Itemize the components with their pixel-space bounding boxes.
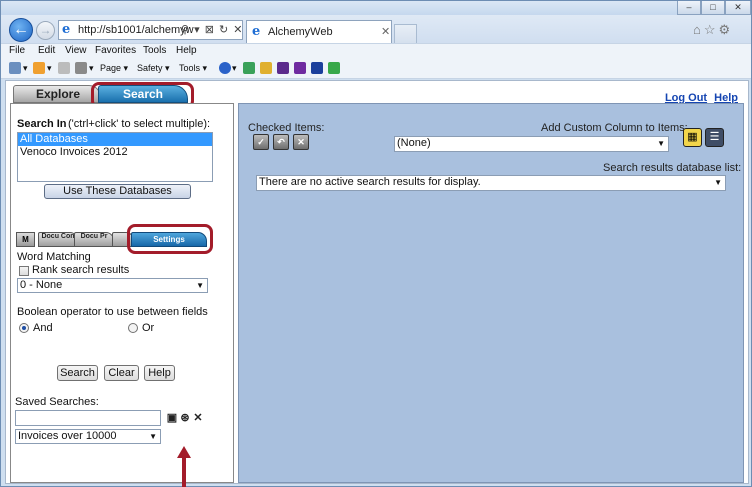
help-button[interactable]: Help — [144, 365, 175, 381]
tools-menu[interactable]: Tools ▾ — [179, 63, 207, 74]
chevron-down-icon: ▼ — [196, 281, 204, 290]
tab-title: AlchemyWeb — [268, 26, 333, 38]
check-all-icon[interactable]: ✓ — [253, 134, 269, 150]
ie-icon: e — [62, 22, 71, 37]
feeds-dropdown[interactable]: ▾ — [47, 63, 52, 74]
messenger-icon[interactable] — [328, 62, 340, 74]
or-label: Or — [142, 322, 155, 334]
chevron-down-icon: ▼ — [149, 432, 157, 441]
navigation-bar: ← → e http://sb1001/alchemyw ⚲ ▾ ⊠ ↻ ✕ e… — [1, 15, 751, 43]
chevron-down-icon: ▼ — [714, 178, 722, 187]
search-in-hint: ('ctrl+click' to select multiple): — [68, 118, 211, 130]
clear-icon[interactable]: ✕ — [293, 134, 309, 150]
saved-searches-label: Saved Searches: — [15, 396, 99, 408]
word-matching-value: 0 - None — [20, 279, 63, 291]
menu-edit[interactable]: Edit — [38, 45, 55, 56]
tab-close-icon[interactable]: ✕ — [381, 25, 390, 38]
tab-document-content[interactable]: Docu Con — [38, 232, 78, 247]
mail-icon[interactable] — [58, 62, 70, 74]
rank-checkbox[interactable] — [19, 266, 29, 276]
left-pane: Search In ('ctrl+click' to select multip… — [10, 103, 234, 487]
back-button[interactable]: ← — [9, 18, 33, 42]
or-radio[interactable] — [128, 323, 138, 333]
custom-column-select[interactable]: (None) ▼ — [394, 136, 669, 152]
save-icon[interactable]: ▣ — [166, 412, 178, 424]
binoculars-icon[interactable]: M — [16, 232, 35, 247]
checked-items-label: Checked Items: — [248, 122, 325, 134]
search-button[interactable]: Search — [57, 365, 98, 381]
boolean-label: Boolean operator to use between fields — [17, 306, 208, 318]
home-dropdown[interactable]: ▾ — [23, 63, 28, 74]
word-matching-label: Word Matching — [17, 251, 91, 263]
address-tools[interactable]: ⚲ ▾ ⊠ ↻ ✕ — [181, 23, 243, 36]
uncheck-icon[interactable]: ↶ — [273, 134, 289, 150]
use-databases-button[interactable]: Use These Databases — [44, 184, 191, 199]
top-tabs: Explore Search Log Out Help — [10, 82, 746, 109]
custom-column-label: Add Custom Column to Items: — [541, 122, 688, 134]
home-icon[interactable] — [9, 62, 21, 74]
address-bar[interactable]: e http://sb1001/alchemyw ⚲ ▾ ⊠ ↻ ✕ — [58, 20, 243, 40]
highlight-settings-tab — [127, 224, 213, 254]
saved-search-select[interactable]: Invoices over 10000 ▼ — [15, 429, 161, 444]
onenote-icon[interactable] — [294, 62, 306, 74]
database-item[interactable]: Venoco Invoices 2012 — [18, 146, 212, 159]
clear-button[interactable]: Clear — [104, 365, 139, 381]
menu-tools[interactable]: Tools — [143, 45, 166, 56]
command-bar: ▾ ▾ ▾ Page ▾ Safety ▾ Tools ▾ ▾ — [1, 59, 751, 79]
menu-help[interactable]: Help — [176, 45, 197, 56]
page-menu[interactable]: Page ▾ — [100, 63, 128, 74]
browser-window: – □ ✕ ← → e http://sb1001/alchemyw ⚲ ▾ ⊠… — [0, 0, 752, 487]
annotation-arrow — [177, 446, 191, 487]
menu-favorites[interactable]: Favorites — [95, 45, 136, 56]
results-pane: Checked Items: ✓ ↶ ✕ Add Custom Column t… — [238, 103, 744, 483]
help-dropdown[interactable]: ▾ — [232, 63, 237, 74]
maximize-button[interactable]: □ — [701, 1, 725, 15]
chevron-down-icon: ▼ — [657, 139, 665, 148]
database-item[interactable]: All Databases — [18, 133, 212, 146]
ie-icon: e — [252, 24, 261, 39]
word-matching-select[interactable]: 0 - None ▼ — [17, 278, 208, 293]
help-icon[interactable] — [219, 62, 231, 74]
grid-view-icon[interactable]: ▦ — [683, 128, 702, 147]
addon-icon[interactable] — [243, 62, 255, 74]
list-view-icon[interactable]: ☰ — [705, 128, 724, 147]
bluetooth-icon[interactable] — [311, 62, 323, 74]
close-window-button[interactable]: ✕ — [725, 1, 751, 15]
custom-column-value: (None) — [397, 137, 431, 149]
saved-search-value: Invoices over 10000 — [18, 430, 117, 442]
tab-explore[interactable]: Explore — [13, 85, 101, 103]
title-bar: – □ ✕ — [1, 1, 751, 15]
results-list-value: There are no active search results for d… — [259, 176, 481, 188]
address-url[interactable]: http://sb1001/alchemyw — [78, 24, 194, 36]
minimize-button[interactable]: – — [677, 1, 701, 15]
forward-button[interactable]: → — [36, 21, 55, 40]
print-dropdown[interactable]: ▾ — [89, 63, 94, 74]
results-list-label: Search results database list: — [603, 162, 742, 174]
database-list[interactable]: All Databases Venoco Invoices 2012 — [17, 132, 213, 182]
results-list-select[interactable]: There are no active search results for d… — [256, 175, 726, 191]
home-favorites-tools-icons[interactable]: ⌂☆⚙ — [693, 22, 733, 38]
find-icon[interactable]: ⊛ — [179, 412, 191, 424]
print-icon[interactable] — [75, 62, 87, 74]
saved-search-name-input[interactable] — [15, 410, 161, 426]
and-radio[interactable] — [19, 323, 29, 333]
delete-icon[interactable]: ✕ — [192, 412, 204, 424]
menu-bar: File Edit View Favorites Tools Help — [1, 43, 751, 59]
addon-icon[interactable] — [260, 62, 272, 74]
safety-menu[interactable]: Safety ▾ — [137, 63, 170, 74]
search-in-label: Search In — [17, 118, 67, 130]
rank-label: Rank search results — [32, 264, 130, 276]
menu-view[interactable]: View — [65, 45, 87, 56]
onenote-icon[interactable] — [277, 62, 289, 74]
web-page: Explore Search Log Out Help Search In ('… — [5, 80, 749, 487]
and-label: And — [33, 322, 53, 334]
browser-tab[interactable]: e AlchemyWeb ✕ — [246, 20, 392, 43]
menu-file[interactable]: File — [9, 45, 25, 56]
feeds-icon[interactable] — [33, 62, 45, 74]
new-tab-button[interactable] — [394, 24, 417, 43]
tab-document-properties[interactable]: Docu Pr — [74, 232, 114, 247]
